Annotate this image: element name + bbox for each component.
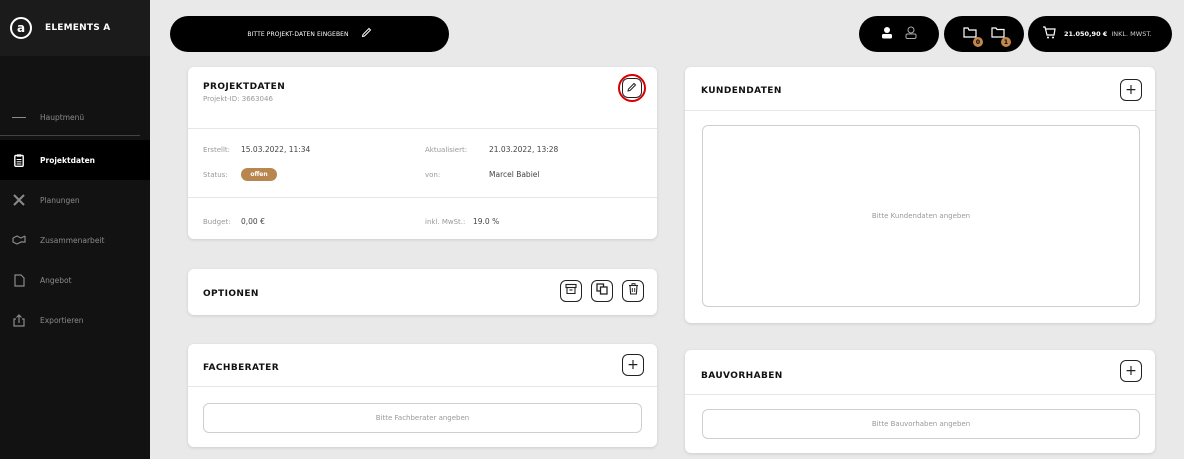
projektdaten-title: PROJEKTDATEN: [203, 82, 286, 92]
duplicate-button[interactable]: [591, 280, 613, 302]
archive-icon: [565, 283, 577, 299]
file-upload-button[interactable]: 0: [963, 26, 983, 47]
divider: [188, 197, 657, 198]
bauvorhaben-title: BAUVORHABEN: [701, 371, 783, 381]
divider: [685, 394, 1155, 395]
divider: [685, 110, 1155, 111]
add-bauvorhaben-button[interactable]: +: [1120, 360, 1142, 382]
tax-label: inkl. MwSt.:: [425, 217, 466, 226]
files-pill: 0 1: [944, 16, 1024, 52]
kundendaten-title: KUNDENDATEN: [701, 86, 782, 96]
copy-icon: [596, 283, 608, 299]
brand-logo: a: [10, 17, 32, 39]
trash-icon: [628, 283, 639, 299]
fachberater-placeholder-field[interactable]: Bitte Fachberater angeben: [203, 403, 642, 433]
updated-label: Aktualisiert:: [425, 145, 468, 154]
sidebar-item-exportieren[interactable]: Exportieren: [0, 300, 150, 340]
created-label: Erstellt:: [203, 145, 230, 154]
edit-projektdaten-button[interactable]: [622, 78, 642, 98]
cart-button[interactable]: 21.050,90 € INKL. MWST.: [1028, 16, 1172, 52]
projektdaten-card: PROJEKTDATEN Projekt-ID: 3663046 Erstell…: [188, 67, 657, 239]
folder-upload-icon: [963, 27, 977, 38]
user-icon[interactable]: [881, 26, 893, 42]
project-name-button[interactable]: BITTE PROJEKT-DATEN EINGEBEN: [170, 16, 449, 52]
by-value: Marcel Babiel: [489, 170, 540, 179]
folder-icon: [991, 27, 1005, 38]
tax-row: inkl. MwSt.: 19.0 %: [425, 217, 499, 226]
kundendaten-placeholder-field[interactable]: Bitte Kundendaten angeben: [702, 125, 1140, 307]
created-value: 15.03.2022, 11:34: [241, 145, 311, 154]
sidebar: a ELEMENTS A Hauptmenü Projektdaten Plan…: [0, 0, 150, 459]
user-outline-icon[interactable]: [905, 26, 917, 42]
project-id: Projekt-ID: 3663046: [203, 95, 273, 103]
created-row: Erstellt: 15.03.2022, 11:34: [203, 145, 310, 154]
kundendaten-card: KUNDENDATEN + Bitte Kundendaten angeben: [685, 67, 1155, 323]
projektdaten-header: PROJEKTDATEN Projekt-ID: 3663046: [188, 67, 657, 129]
by-label: von:: [425, 170, 441, 179]
brand[interactable]: a ELEMENTS A: [0, 0, 150, 56]
sidebar-item-planungen[interactable]: Planungen: [0, 180, 150, 220]
plus-icon: +: [1125, 82, 1137, 98]
sidebar-item-zusammenarbeit[interactable]: Zusammenarbeit: [0, 220, 150, 260]
folder-count-badge: 1: [1001, 37, 1011, 47]
bauvorhaben-card: BAUVORHABEN + Bitte Bauvorhaben angeben: [685, 350, 1155, 453]
highlight-ring: [618, 74, 646, 102]
optionen-title: OPTIONEN: [203, 289, 259, 299]
tax-value: 19.0 %: [473, 217, 500, 226]
fachberater-title: FACHBERATER: [203, 363, 280, 373]
menu-icon: [12, 111, 27, 125]
clipboard-icon: [12, 153, 26, 167]
sidebar-item-label: Hauptmenü: [40, 113, 85, 122]
status-row: Status: offen: [203, 168, 277, 181]
cart-icon: [1042, 25, 1056, 43]
tools-icon: [12, 193, 26, 207]
status-badge[interactable]: offen: [241, 168, 277, 181]
sidebar-item-hauptmenu[interactable]: Hauptmenü: [0, 100, 140, 136]
handshake-icon: [12, 233, 26, 247]
plus-icon: +: [1125, 363, 1137, 379]
plus-icon: +: [627, 357, 639, 373]
sidebar-menu: Hauptmenü Projektdaten Planungen Zusamme…: [0, 100, 150, 340]
fachberater-card: FACHBERATER + Bitte Fachberater angeben: [188, 344, 657, 447]
file-folder-button[interactable]: 1: [991, 26, 1011, 47]
divider: [188, 386, 657, 387]
by-row: von: Marcel Babiel: [425, 170, 539, 179]
archive-button[interactable]: [560, 280, 582, 302]
users-pill: [859, 16, 939, 52]
updated-row: Aktualisiert: 21.03.2022, 13:28: [425, 145, 558, 154]
project-name-placeholder: BITTE PROJEKT-DATEN EINGEBEN: [247, 30, 349, 38]
add-fachberater-button[interactable]: +: [622, 354, 644, 376]
budget-value: 0,00 €: [241, 217, 265, 226]
budget-label: Budget:: [203, 217, 231, 226]
pencil-icon: [627, 82, 637, 95]
cart-tax-note: INKL. MWST.: [1111, 30, 1152, 38]
document-icon: [12, 273, 26, 287]
brand-name: ELEMENTS A: [45, 23, 111, 33]
cart-amount: 21.050,90 €: [1064, 30, 1108, 38]
bauvorhaben-placeholder-field[interactable]: Bitte Bauvorhaben angeben: [702, 409, 1140, 439]
updated-value: 21.03.2022, 13:28: [489, 145, 559, 154]
optionen-card: OPTIONEN: [188, 269, 657, 315]
sidebar-item-projektdaten[interactable]: Projektdaten: [0, 140, 150, 180]
pencil-icon: [361, 27, 372, 41]
budget-row: Budget: 0,00 €: [203, 217, 265, 226]
export-icon: [12, 313, 26, 327]
add-kundendaten-button[interactable]: +: [1120, 79, 1142, 101]
status-label: Status:: [203, 170, 228, 179]
sidebar-item-angebot[interactable]: Angebot: [0, 260, 150, 300]
sidebar-item-label: Zusammenarbeit: [40, 235, 105, 245]
delete-button[interactable]: [622, 280, 644, 302]
sidebar-item-label: Projektdaten: [40, 155, 96, 165]
file-count-badge: 0: [973, 37, 983, 47]
sidebar-item-label: Exportieren: [40, 315, 84, 325]
sidebar-item-label: Angebot: [40, 275, 72, 285]
sidebar-item-label: Planungen: [40, 195, 80, 205]
